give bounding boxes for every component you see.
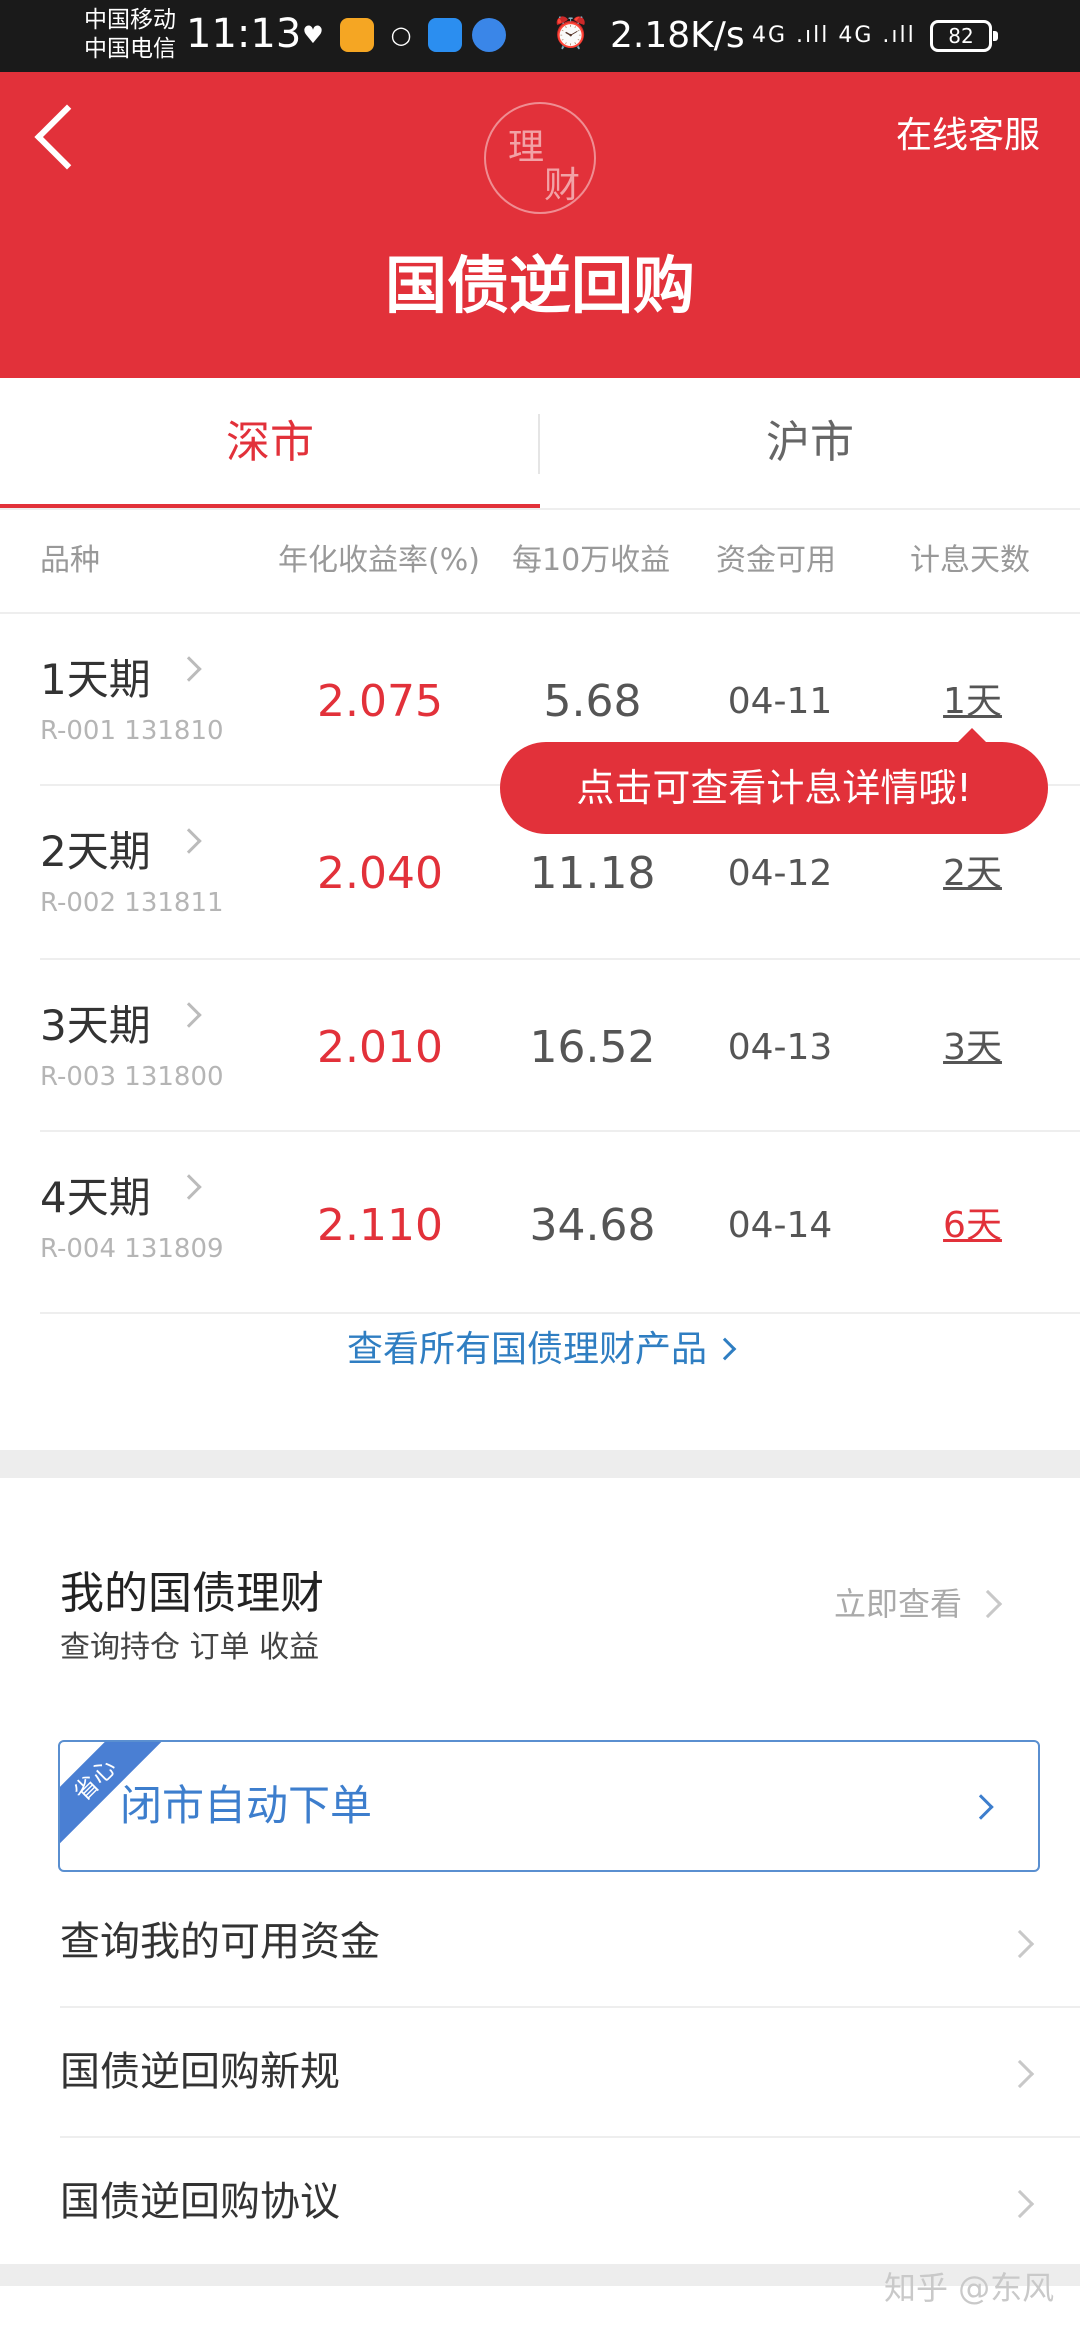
my-bond-finance-section: 我的国债理财 查询持仓 订单 收益 立即查看 省心 闭市自动下单 查询我的可用资… bbox=[0, 1478, 1080, 2264]
back-button[interactable] bbox=[30, 100, 90, 180]
view-now-link[interactable]: 立即查看 bbox=[834, 1582, 962, 1626]
chevron-right-icon bbox=[973, 1589, 1003, 1619]
annual-rate: 2.040 bbox=[317, 848, 443, 899]
carrier-1: 中国移动 bbox=[84, 7, 176, 33]
interest-days-link[interactable]: 3天 bbox=[900, 1020, 1045, 1076]
term-label: 3天期 bbox=[40, 1001, 151, 1050]
menu-item-label: 国债逆回购协议 bbox=[60, 2179, 340, 2225]
carrier-labels: 中国移动 中国电信 bbox=[84, 6, 176, 64]
app-notification-icon: ♥ bbox=[302, 21, 324, 49]
chevron-right-icon bbox=[1005, 1929, 1035, 1959]
annual-rate: 2.110 bbox=[317, 1200, 443, 1251]
page-title: 国债逆回购 bbox=[384, 249, 695, 322]
header-variety: 品种 bbox=[40, 543, 100, 578]
finance-logo: 理 财 bbox=[484, 102, 596, 214]
chevron-right-icon bbox=[176, 656, 202, 682]
income-per-100k: 11.18 bbox=[529, 848, 656, 899]
orange-app-icon bbox=[340, 18, 374, 52]
income-per-100k: 5.68 bbox=[543, 676, 642, 727]
annual-rate: 2.075 bbox=[317, 676, 443, 727]
section-title: 我的国债理财 bbox=[60, 1568, 324, 1619]
repo-table: 品种 年化收益率(%) 每10万收益 资金可用 计息天数 1天期 R-001 1… bbox=[0, 508, 1080, 1450]
term-label: 2天期 bbox=[40, 827, 151, 876]
status-time: 11:13 bbox=[186, 11, 302, 57]
section-subtitle: 查询持仓 订单 收益 bbox=[60, 1630, 320, 1665]
chevron-right-icon bbox=[176, 1174, 202, 1200]
signal-icons: 4G .ıll 4G .ıll bbox=[752, 23, 916, 48]
alarm-icon: ⏰ bbox=[552, 16, 590, 51]
network-speed: 2.18K/s bbox=[610, 15, 745, 56]
table-row[interactable]: 4天期 R-004 131809 2.110 34.68 04-14 6天 bbox=[0, 1132, 1080, 1314]
product-code: R-003 131800 bbox=[40, 1062, 224, 1092]
view-all-label: 查看所有国债理财产品 bbox=[346, 1329, 707, 1370]
income-per-100k: 16.52 bbox=[529, 1022, 656, 1073]
menu-item-label: 查询我的可用资金 bbox=[60, 1919, 380, 1965]
chevron-right-icon bbox=[968, 1794, 994, 1820]
zhihu-watermark: 知乎 @东风 bbox=[884, 2269, 1055, 2307]
funds-available-date: 04-14 bbox=[727, 1205, 833, 1246]
menu-item-new-rules[interactable]: 国债逆回购新规 bbox=[60, 2008, 1080, 2138]
logo-char-1: 理 bbox=[508, 127, 545, 168]
interest-days-link[interactable]: 6天 bbox=[900, 1198, 1045, 1254]
menu-item-label: 国债逆回购新规 bbox=[60, 2049, 340, 2095]
online-service-link[interactable]: 在线客服 bbox=[896, 112, 1040, 160]
logo-char-2: 财 bbox=[544, 165, 581, 206]
loading-circle-icon: ○ bbox=[390, 21, 412, 49]
notification-icons: ♥ ○ bbox=[296, 18, 506, 52]
funds-available-date: 04-13 bbox=[727, 1027, 833, 1068]
menu-item-agreement[interactable]: 国债逆回购协议 bbox=[60, 2138, 1080, 2268]
annual-rate: 2.010 bbox=[317, 1022, 443, 1073]
tab-shenzhen[interactable]: 深市 bbox=[0, 378, 540, 508]
term-label: 1天期 bbox=[40, 655, 151, 704]
interest-days-link[interactable]: 2天 bbox=[900, 846, 1045, 902]
weather-app-icon bbox=[428, 18, 462, 52]
term-label: 4天期 bbox=[40, 1173, 151, 1222]
market-tabs: 深市 沪市 bbox=[0, 378, 1080, 508]
product-code: R-004 131809 bbox=[40, 1234, 224, 1264]
header-funds-available: 资金可用 bbox=[716, 543, 836, 578]
interest-details-tooltip[interactable]: 点击可查看计息详情哦! bbox=[500, 728, 1048, 834]
browser-app-icon bbox=[472, 18, 506, 52]
chevron-right-icon bbox=[1005, 2059, 1035, 2089]
income-per-100k: 34.68 bbox=[529, 1200, 656, 1251]
interest-days-link[interactable]: 1天 bbox=[900, 674, 1045, 730]
product-code: R-002 131811 bbox=[40, 888, 224, 918]
chevron-right-icon bbox=[176, 828, 202, 854]
header-interest-days: 计息天数 bbox=[910, 543, 1030, 578]
menu-item-available-funds[interactable]: 查询我的可用资金 bbox=[60, 1878, 1080, 2008]
product-code: R-001 131810 bbox=[40, 716, 224, 746]
funds-available-date: 04-12 bbox=[727, 853, 833, 894]
page-header: 理 财 在线客服 国债逆回购 bbox=[0, 72, 1080, 378]
chevron-right-icon bbox=[1005, 2189, 1035, 2219]
battery-icon: 82 bbox=[930, 20, 998, 52]
tab-shanghai[interactable]: 沪市 bbox=[540, 378, 1080, 508]
carrier-2: 中国电信 bbox=[84, 36, 176, 62]
header-annual-rate: 年化收益率(%) bbox=[278, 543, 480, 578]
table-row[interactable]: 3天期 R-003 131800 2.010 16.52 04-13 3天 bbox=[0, 960, 1080, 1132]
header-income-per-100k: 每10万收益 bbox=[512, 543, 671, 578]
auto-order-label: 闭市自动下单 bbox=[120, 1781, 373, 1830]
chevron-right-icon bbox=[176, 1002, 202, 1028]
funds-available-date: 04-11 bbox=[727, 681, 833, 722]
chevron-right-icon bbox=[713, 1337, 737, 1361]
auto-order-button[interactable]: 省心 闭市自动下单 bbox=[58, 1740, 1040, 1872]
view-all-products-link[interactable]: 查看所有国债理财产品 bbox=[0, 1300, 1080, 1400]
status-bar: 中国移动 中国电信 11:13 ♥ ○ ⏰ 2.18K/s 4G .ıll 4G… bbox=[0, 0, 1080, 72]
